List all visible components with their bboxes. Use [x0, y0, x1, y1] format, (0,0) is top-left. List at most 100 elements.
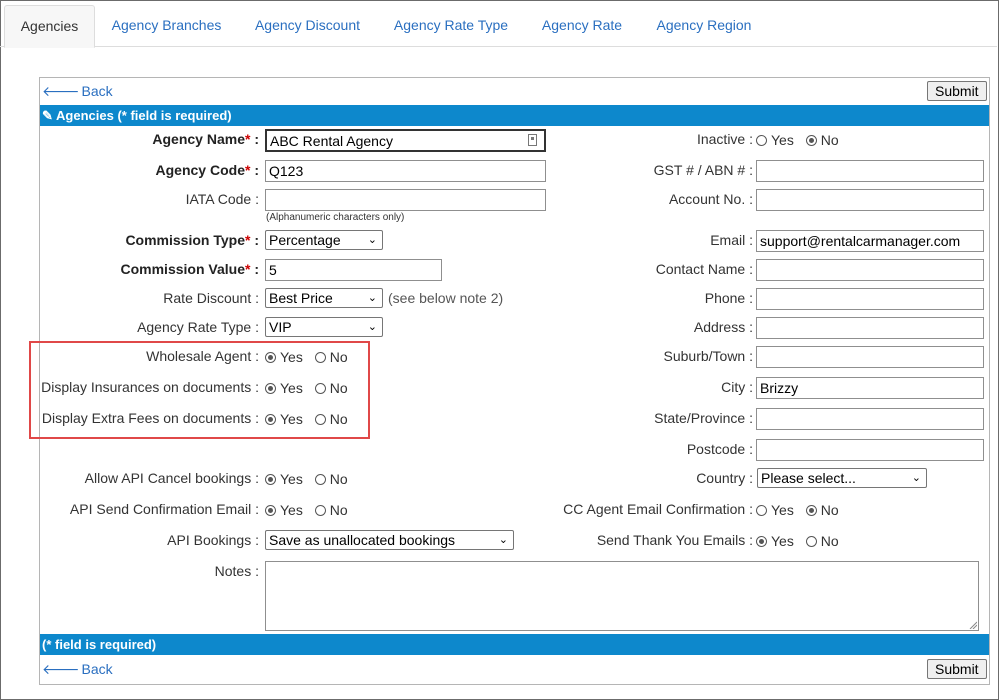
- gst-label: GST # / ABN # :: [653, 162, 753, 178]
- suburb-input[interactable]: [756, 346, 984, 368]
- form-header-bar: ✎ Agencies (* field is required): [40, 105, 989, 126]
- display-insurances-no-radio[interactable]: No: [314, 380, 348, 396]
- tab-agency-rate-type[interactable]: Agency Rate Type: [378, 5, 524, 46]
- state-label: State/Province :: [654, 410, 753, 426]
- cc-agent-email-no-radio[interactable]: No: [805, 502, 839, 518]
- back-link-bottom[interactable]: 🡐 Back: [42, 661, 113, 678]
- agency-code-label: Agency Code* :: [155, 162, 259, 178]
- contact-card-icon: [528, 134, 537, 146]
- chevron-down-icon: ⌄: [498, 534, 508, 546]
- tab-agency-rate[interactable]: Agency Rate: [527, 5, 637, 46]
- send-thank-you-no-radio[interactable]: No: [805, 533, 839, 549]
- city-input[interactable]: Brizzy: [756, 377, 984, 399]
- state-input[interactable]: [756, 408, 984, 430]
- agency-rate-type-select[interactable]: VIP ⌄: [265, 317, 383, 337]
- commission-type-label: Commission Type* :: [125, 232, 259, 248]
- pencil-icon: ✎: [42, 108, 53, 123]
- address-label: Address :: [693, 319, 753, 335]
- commission-value-input[interactable]: 5: [265, 259, 442, 281]
- display-insurances-yes-radio[interactable]: Yes: [265, 380, 311, 396]
- api-bookings-select[interactable]: Save as unallocated bookings ⌄: [265, 530, 514, 550]
- rate-discount-note: (see below note 2): [388, 290, 504, 306]
- allow-api-cancel-radios: Yes No: [265, 471, 348, 487]
- notes-textarea[interactable]: [265, 561, 979, 631]
- wholesale-agent-no-radio[interactable]: No: [314, 349, 348, 365]
- back-link-top[interactable]: 🡐 Back: [42, 83, 113, 100]
- tab-agencies[interactable]: Agencies: [4, 5, 95, 48]
- rate-discount-select[interactable]: Best Price ⌄: [265, 288, 383, 308]
- phone-input[interactable]: [756, 288, 984, 310]
- iata-code-label: IATA Code :: [185, 191, 259, 207]
- country-select[interactable]: Please select... ⌄: [757, 468, 927, 488]
- rate-discount-label: Rate Discount :: [163, 290, 259, 306]
- display-extra-fees-yes-radio[interactable]: Yes: [265, 411, 311, 427]
- commission-type-select[interactable]: Percentage ⌄: [265, 230, 383, 250]
- phone-label: Phone :: [704, 290, 753, 306]
- wholesale-agent-radios: Yes No: [265, 349, 348, 365]
- allow-api-cancel-no-radio[interactable]: No: [314, 471, 348, 487]
- submit-button-bottom[interactable]: Submit: [927, 659, 987, 679]
- wholesale-agent-yes-radio[interactable]: Yes: [265, 349, 311, 365]
- contact-name-label: Contact Name :: [655, 261, 753, 277]
- notes-label: Notes :: [214, 563, 259, 579]
- allow-api-cancel-yes-radio[interactable]: Yes: [265, 471, 311, 487]
- commission-value-label: Commission Value* :: [120, 261, 260, 277]
- agency-name-label: Agency Name* :: [152, 131, 259, 147]
- display-insurances-label: Display Insurances on documents :: [41, 379, 259, 395]
- chevron-down-icon: ⌄: [367, 321, 377, 333]
- resize-grip-icon[interactable]: [969, 621, 977, 629]
- send-thank-you-radios: Yes No: [756, 533, 839, 549]
- display-insurances-radios: Yes No: [265, 380, 348, 396]
- account-no-label: Account No. :: [668, 191, 753, 207]
- send-thank-you-yes-radio[interactable]: Yes: [756, 533, 802, 549]
- inactive-label: Inactive :: [696, 131, 753, 147]
- chevron-down-icon: ⌄: [367, 234, 377, 246]
- address-input[interactable]: [756, 317, 984, 339]
- form-footer-bar: (* field is required): [40, 634, 989, 655]
- gst-input[interactable]: [756, 160, 984, 182]
- tab-bar: Agencies Agency Branches Agency Discount…: [0, 0, 997, 48]
- inactive-radios: Yes No: [756, 132, 839, 148]
- chevron-down-icon: ⌄: [367, 292, 377, 304]
- display-extra-fees-label: Display Extra Fees on documents :: [41, 410, 259, 426]
- postcode-label: Postcode :: [686, 441, 753, 457]
- cc-agent-email-label: CC Agent Email Confirmation :: [563, 501, 753, 517]
- agency-code-input[interactable]: Q123: [265, 160, 546, 182]
- api-send-confirmation-no-radio[interactable]: No: [314, 502, 348, 518]
- api-send-confirmation-label: API Send Confirmation Email :: [69, 501, 259, 517]
- city-label: City :: [721, 379, 753, 395]
- account-no-input[interactable]: [756, 189, 984, 211]
- form-header-text: Agencies (* field is required): [56, 108, 232, 123]
- tab-agency-branches[interactable]: Agency Branches: [96, 5, 237, 46]
- tab-agency-region[interactable]: Agency Region: [640, 5, 768, 46]
- form-footer-text: (* field is required): [42, 637, 157, 652]
- postcode-input[interactable]: [756, 439, 984, 461]
- wholesale-agent-label: Wholesale Agent :: [146, 348, 259, 364]
- contact-name-input[interactable]: [756, 259, 984, 281]
- agency-rate-type-label: Agency Rate Type :: [137, 319, 259, 335]
- back-label: Back: [81, 661, 113, 677]
- country-label: Country :: [696, 470, 753, 486]
- display-extra-fees-no-radio[interactable]: No: [314, 411, 348, 427]
- api-send-confirmation-yes-radio[interactable]: Yes: [265, 502, 311, 518]
- agency-name-input[interactable]: ABC Rental Agency: [265, 129, 546, 152]
- back-label: Back: [81, 83, 113, 99]
- submit-button-top[interactable]: Submit: [927, 81, 987, 101]
- cc-agent-email-yes-radio[interactable]: Yes: [756, 502, 802, 518]
- inactive-no-radio[interactable]: No: [805, 132, 839, 148]
- api-bookings-label: API Bookings :: [167, 532, 259, 548]
- email-label: Email :: [710, 232, 753, 248]
- display-extra-fees-radios: Yes No: [265, 411, 348, 427]
- arrow-left-icon: 🡐: [42, 661, 80, 677]
- api-send-confirmation-radios: Yes No: [265, 502, 348, 518]
- send-thank-you-label: Send Thank You Emails :: [596, 532, 753, 548]
- iata-code-hint: (Alphanumeric characters only): [266, 212, 405, 223]
- chevron-down-icon: ⌄: [911, 472, 921, 484]
- iata-code-input[interactable]: [265, 189, 546, 211]
- email-input[interactable]: support@rentalcarmanager.com: [756, 230, 984, 252]
- cc-agent-email-radios: Yes No: [756, 502, 839, 518]
- inactive-yes-radio[interactable]: Yes: [756, 132, 802, 148]
- arrow-left-icon: 🡐: [42, 83, 80, 99]
- tab-agency-discount[interactable]: Agency Discount: [240, 5, 375, 46]
- suburb-label: Suburb/Town :: [663, 348, 754, 364]
